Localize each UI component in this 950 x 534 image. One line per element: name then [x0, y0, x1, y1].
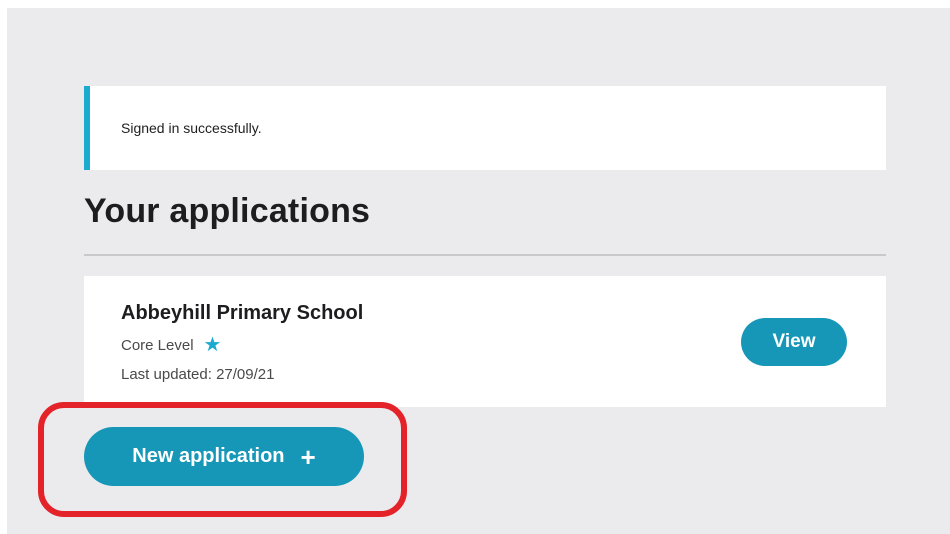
application-last-updated: Last updated: 27/09/21	[121, 366, 275, 383]
flash-message-text: Signed in successfully.	[121, 120, 262, 136]
plus-icon: +	[300, 441, 316, 472]
view-application-button[interactable]: View	[741, 318, 847, 366]
star-icon: ★	[203, 334, 222, 356]
title-divider	[84, 254, 886, 256]
application-level-row: Core Level ★	[121, 335, 221, 355]
new-application-button[interactable]: New application +	[84, 427, 364, 486]
application-name: Abbeyhill Primary School	[121, 302, 364, 324]
application-level: Core Level	[121, 336, 194, 354]
new-application-label: New application	[132, 445, 285, 467]
page-title: Your applications	[84, 192, 371, 230]
flash-message: Signed in successfully.	[84, 86, 886, 170]
application-card: Abbeyhill Primary School Core Level ★ La…	[84, 276, 886, 407]
